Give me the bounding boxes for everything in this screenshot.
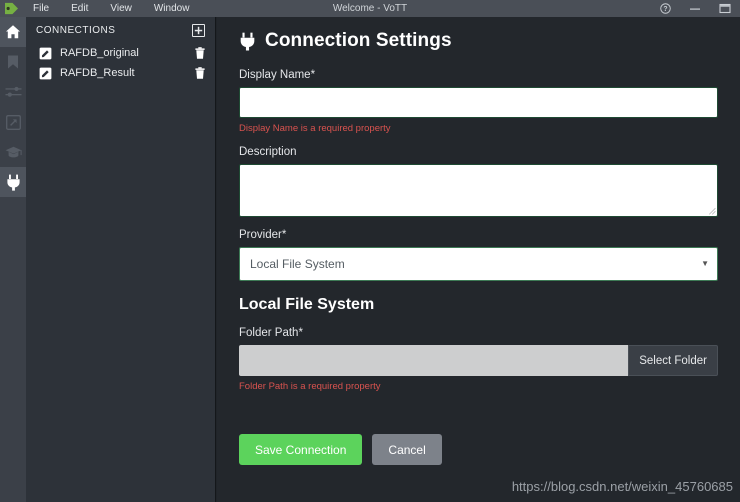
connection-settings-form: Connection Settings Display Name* Displa…: [217, 17, 740, 502]
sliders-icon: [5, 86, 21, 97]
minimize-icon: [690, 8, 700, 10]
bookmark-icon: [8, 55, 18, 69]
sidebar-item-home[interactable]: [0, 17, 26, 47]
menu-bar: File Edit View Window: [22, 0, 200, 17]
trash-icon[interactable]: [195, 67, 205, 79]
plug-icon: [6, 174, 20, 191]
connection-name: RAFDB_Result: [60, 67, 135, 79]
display-name-field-group: Display Name* Display Name is a required…: [239, 69, 718, 134]
connections-header: CONNECTIONS: [26, 17, 215, 43]
edit-square-icon[interactable]: [39, 47, 53, 60]
green-tag-logo-icon: [4, 2, 18, 15]
connection-name: RAFDB_original: [60, 47, 139, 59]
cancel-button[interactable]: Cancel: [372, 434, 442, 465]
list-item[interactable]: RAFDB_Result: [26, 63, 215, 83]
question-circle-icon: ?: [659, 3, 671, 14]
description-label: Description: [239, 146, 297, 158]
minimize-button[interactable]: [680, 0, 710, 17]
left-icon-sidebar: [0, 17, 26, 502]
edit-square-icon[interactable]: [39, 67, 53, 80]
home-icon: [6, 25, 20, 39]
provider-label: Provider*: [239, 229, 287, 241]
watermark-text: https://blog.csdn.net/weixin_45760685: [511, 479, 733, 494]
save-connection-button[interactable]: Save Connection: [239, 434, 363, 465]
folder-path-field-group: Folder Path* Select Folder Folder Path i…: [239, 327, 718, 392]
sidebar-item-settings[interactable]: [0, 77, 26, 107]
menu-item-window[interactable]: Window: [143, 0, 201, 17]
select-folder-button[interactable]: Select Folder: [628, 345, 718, 376]
trash-icon[interactable]: [195, 47, 205, 59]
vott-logo: [0, 0, 22, 17]
list-item[interactable]: RAFDB_original: [26, 43, 215, 63]
plus-icon: [194, 26, 203, 35]
description-field-group: Description: [239, 146, 718, 217]
sidebar-item-active-learning[interactable]: [0, 137, 26, 167]
sidebar-item-export[interactable]: [0, 107, 26, 137]
menu-item-edit[interactable]: Edit: [60, 0, 99, 17]
page-title-text: Connection Settings: [265, 30, 452, 51]
help-button[interactable]: ?: [650, 0, 680, 17]
display-name-input[interactable]: [239, 87, 718, 118]
provider-select[interactable]: Local File System ▼: [239, 247, 718, 281]
provider-section-title: Local File System: [239, 296, 375, 313]
chevron-down-icon: ▼: [701, 259, 709, 268]
description-textarea[interactable]: [239, 164, 718, 217]
sidebar-item-tags[interactable]: [0, 47, 26, 77]
menu-item-file[interactable]: File: [22, 0, 60, 17]
export-arrow-icon: [5, 114, 21, 130]
maximize-icon: [719, 3, 731, 14]
sidebar-item-connections[interactable]: [0, 167, 26, 197]
window-controls: ?: [650, 0, 740, 17]
folder-path-label: Folder Path*: [239, 327, 303, 339]
vott-window: File Edit View Window Welcome - VoTT ? C…: [0, 0, 740, 502]
svg-text:?: ?: [663, 6, 667, 13]
display-name-label: Display Name*: [239, 69, 316, 81]
menu-item-view[interactable]: View: [99, 0, 143, 17]
add-connection-button[interactable]: [192, 24, 205, 37]
display-name-error: Display Name is a required property: [239, 123, 391, 134]
plug-icon: [239, 32, 256, 51]
provider-field-group: Provider* Local File System ▼: [239, 229, 718, 281]
folder-path-error: Folder Path is a required property: [239, 381, 381, 392]
provider-selected-value: Local File System: [250, 257, 345, 271]
page-title: Connection Settings: [239, 30, 718, 52]
graduation-cap-icon: [5, 146, 22, 158]
maximize-button[interactable]: [710, 0, 740, 17]
title-bar: File Edit View Window Welcome - VoTT ?: [0, 0, 740, 17]
folder-path-input[interactable]: [239, 345, 629, 376]
connections-panel: CONNECTIONS RAFDB_original RAFDB_Result: [26, 17, 216, 502]
connections-title: CONNECTIONS: [36, 25, 116, 36]
form-actions: Save Connection Cancel: [239, 434, 718, 465]
